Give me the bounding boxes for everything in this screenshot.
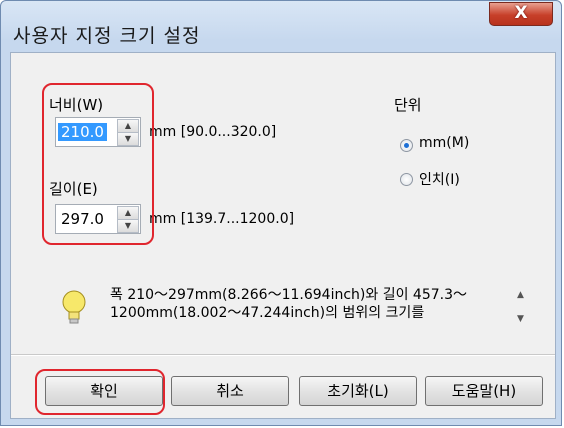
size-hint-text: 폭 210～297mm(8.266～11.694inch)와 길이 457.3～… <box>110 287 467 321</box>
width-spin-up-icon[interactable]: ▲ <box>117 119 139 133</box>
help-button[interactable]: 도움말(H) <box>425 376 543 406</box>
length-spin-up-icon[interactable]: ▲ <box>117 206 139 220</box>
length-spin-down-icon[interactable]: ▼ <box>117 219 139 233</box>
unit-mm-radio[interactable] <box>400 139 413 152</box>
close-icon: X <box>514 3 528 23</box>
width-range: mm [90.0...320.0] <box>149 124 277 140</box>
close-button[interactable]: X <box>489 2 553 26</box>
dialog-title: 사용자 지정 크기 설정 <box>13 25 201 47</box>
reset-button[interactable]: 초기화(L) <box>299 376 417 406</box>
hint-scroll-up-icon[interactable]: ▲ <box>517 290 524 300</box>
divider <box>11 354 555 356</box>
cancel-button[interactable]: 취소 <box>171 376 289 406</box>
width-spinbox[interactable]: 210.0 ▲ ▼ <box>55 117 141 147</box>
length-range: mm [139.7...1200.0] <box>149 211 295 227</box>
unit-label: 단위 <box>394 96 422 114</box>
length-input[interactable]: 297.0 <box>58 210 107 228</box>
length-label: 길이(E) <box>49 180 98 198</box>
unit-inch-label[interactable]: 인치(I) <box>419 169 460 189</box>
ok-button[interactable]: 확인 <box>45 376 163 406</box>
title-bar[interactable]: 사용자 지정 크기 설정 X <box>1 1 561 53</box>
width-spin-down-icon[interactable]: ▼ <box>117 132 139 146</box>
dialog-window: 사용자 지정 크기 설정 X 너비(W) 210.0 ▲ ▼ mm [90.0.… <box>0 0 562 426</box>
width-label: 너비(W) <box>49 96 104 114</box>
unit-mm-label[interactable]: mm(M) <box>419 135 469 151</box>
length-spinbox[interactable]: 297.0 ▲ ▼ <box>55 204 141 234</box>
hint-scroll-down-icon[interactable]: ▼ <box>517 314 524 324</box>
unit-inch-radio[interactable] <box>400 173 413 186</box>
lightbulb-icon <box>62 290 86 324</box>
dialog-client-area: 너비(W) 210.0 ▲ ▼ mm [90.0...320.0] 길이(E) … <box>10 52 556 419</box>
width-input[interactable]: 210.0 <box>58 123 107 141</box>
